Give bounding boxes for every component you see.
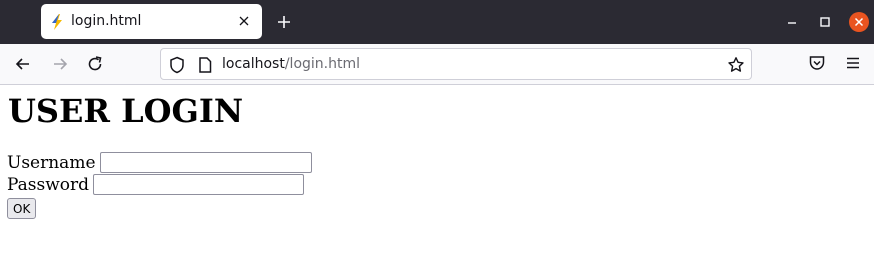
username-input[interactable] — [99, 152, 312, 173]
username-row: Username — [7, 152, 312, 174]
maximize-icon[interactable] — [818, 15, 832, 29]
tab-login[interactable]: login.html — [41, 4, 262, 39]
url-host: localhost — [222, 56, 285, 72]
password-input[interactable] — [93, 174, 305, 195]
minimize-icon[interactable] — [786, 16, 798, 28]
tab-title: login.html — [71, 13, 142, 29]
password-row: Password — [7, 174, 305, 196]
close-tab-icon[interactable] — [238, 15, 250, 27]
url-text[interactable]: localhost/login.html — [222, 56, 360, 72]
pocket-icon[interactable] — [808, 54, 826, 72]
url-path: /login.html — [284, 56, 361, 72]
reload-icon[interactable] — [85, 54, 105, 74]
window-close-button[interactable] — [849, 12, 869, 32]
browser-titlebar: login.html — [0, 0, 874, 44]
new-tab-icon[interactable] — [276, 14, 292, 30]
address-bar[interactable]: localhost/login.html — [160, 48, 752, 80]
ok-button[interactable]: OK — [7, 198, 37, 219]
hamburger-menu-icon[interactable] — [845, 55, 861, 71]
page-icon — [199, 57, 212, 73]
close-icon — [854, 17, 864, 27]
lightning-bolt-icon — [52, 14, 62, 30]
navigation-bar: localhost/login.html — [0, 44, 874, 85]
page-content: USER LOGIN Username Password OK — [0, 86, 874, 262]
back-arrow-icon[interactable] — [13, 54, 33, 74]
shield-icon[interactable] — [168, 56, 186, 74]
forward-arrow-icon[interactable] — [50, 54, 70, 74]
password-label: Password — [7, 175, 90, 195]
username-label: Username — [7, 153, 96, 173]
page-title: USER LOGIN — [8, 92, 244, 130]
bookmark-star-icon[interactable] — [727, 56, 745, 74]
